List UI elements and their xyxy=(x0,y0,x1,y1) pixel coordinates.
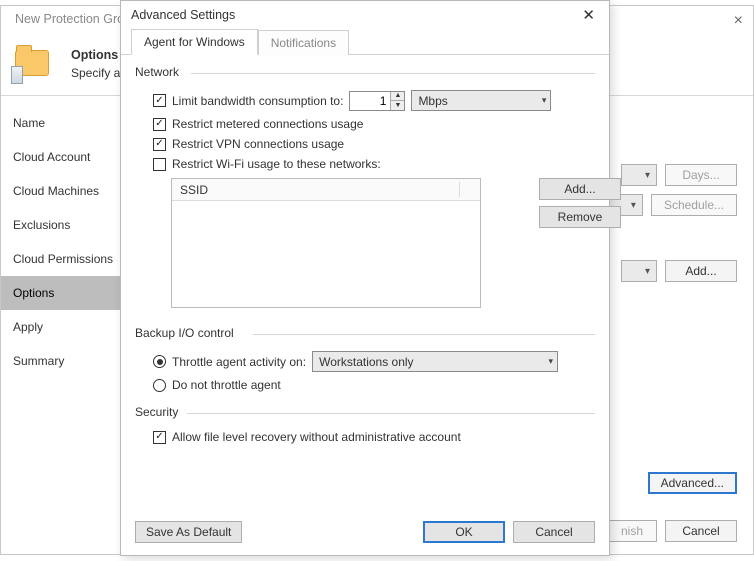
tab-notifications[interactable]: Notifications xyxy=(258,30,349,55)
bandwidth-spinner[interactable]: ▲▼ xyxy=(349,91,405,111)
dialog-titlebar: Advanced Settings ✕ xyxy=(121,1,609,29)
finish-button: nish xyxy=(607,520,657,542)
label-allow-recovery: Allow file level recovery without admini… xyxy=(172,430,461,444)
select-placeholder-1[interactable]: ▾ xyxy=(621,164,657,186)
select-placeholder-3[interactable]: ▾ xyxy=(621,260,657,282)
ssid-header: SSID xyxy=(172,179,480,201)
radio-no-throttle[interactable] xyxy=(153,379,166,392)
group-label-network: Network xyxy=(135,65,595,79)
tab-agent-windows[interactable]: Agent for Windows xyxy=(131,29,258,55)
bandwidth-unit-value: Mbps xyxy=(418,94,447,108)
bandwidth-unit-select[interactable]: Mbps ▾ xyxy=(411,90,551,111)
bandwidth-input[interactable] xyxy=(350,92,390,110)
throttle-select[interactable]: Workstations only ▾ xyxy=(312,351,558,372)
spin-down-icon[interactable]: ▼ xyxy=(391,101,404,110)
close-icon[interactable]: × xyxy=(734,12,743,30)
checkbox-vpn[interactable] xyxy=(153,138,166,151)
label-metered: Restrict metered connections usage xyxy=(172,117,363,131)
spin-up-icon[interactable]: ▲ xyxy=(391,92,404,102)
days-button: Days... xyxy=(665,164,737,186)
group-network: Network Limit bandwidth consumption to: … xyxy=(135,65,595,308)
checkbox-metered[interactable] xyxy=(153,118,166,131)
advanced-settings-dialog: Advanced Settings ✕ Agent for Windows No… xyxy=(120,0,610,556)
checkbox-wifi[interactable] xyxy=(153,158,166,171)
label-wifi: Restrict Wi-Fi usage to these networks: xyxy=(172,157,381,171)
close-icon[interactable]: ✕ xyxy=(576,4,601,26)
label-throttle: Throttle agent activity on: xyxy=(172,355,306,369)
chevron-down-icon: ▾ xyxy=(631,200,636,211)
checkbox-allow-recovery[interactable] xyxy=(153,431,166,444)
chevron-down-icon: ▾ xyxy=(645,266,650,277)
schedule-button: Schedule... xyxy=(651,194,737,216)
ssid-remove-button[interactable]: Remove xyxy=(539,206,621,228)
wizard-step-heading: Options xyxy=(71,48,118,62)
wizard-step-sub: Specify a xyxy=(71,66,120,80)
group-label-security: Security xyxy=(135,405,595,419)
group-backup-io: Backup I/O control Throttle agent activi… xyxy=(135,326,595,395)
folder-icon xyxy=(13,46,53,86)
throttle-value: Workstations only xyxy=(319,355,413,369)
label-limit-bandwidth: Limit bandwidth consumption to: xyxy=(172,94,343,108)
label-vpn: Restrict VPN connections usage xyxy=(172,137,344,151)
chevron-down-icon: ▾ xyxy=(645,170,650,181)
chevron-down-icon: ▾ xyxy=(542,95,547,106)
dialog-tabs: Agent for Windows Notifications xyxy=(121,29,609,55)
dialog-title: Advanced Settings xyxy=(131,8,235,22)
group-security: Security Allow file level recovery witho… xyxy=(135,405,595,447)
checkbox-limit-bandwidth[interactable] xyxy=(153,94,166,107)
save-default-button[interactable]: Save As Default xyxy=(135,521,242,543)
dialog-cancel-button[interactable]: Cancel xyxy=(513,521,595,543)
group-label-backup: Backup I/O control xyxy=(135,326,595,340)
ok-button[interactable]: OK xyxy=(423,521,505,543)
advanced-button[interactable]: Advanced... xyxy=(648,472,737,494)
radio-throttle[interactable] xyxy=(153,355,166,368)
add-button[interactable]: Add... xyxy=(665,260,737,282)
ssid-table[interactable]: SSID xyxy=(171,178,481,308)
wizard-cancel-button[interactable]: Cancel xyxy=(665,520,737,542)
ssid-add-button[interactable]: Add... xyxy=(539,178,621,200)
label-no-throttle: Do not throttle agent xyxy=(172,378,281,392)
chevron-down-icon: ▾ xyxy=(549,356,554,367)
